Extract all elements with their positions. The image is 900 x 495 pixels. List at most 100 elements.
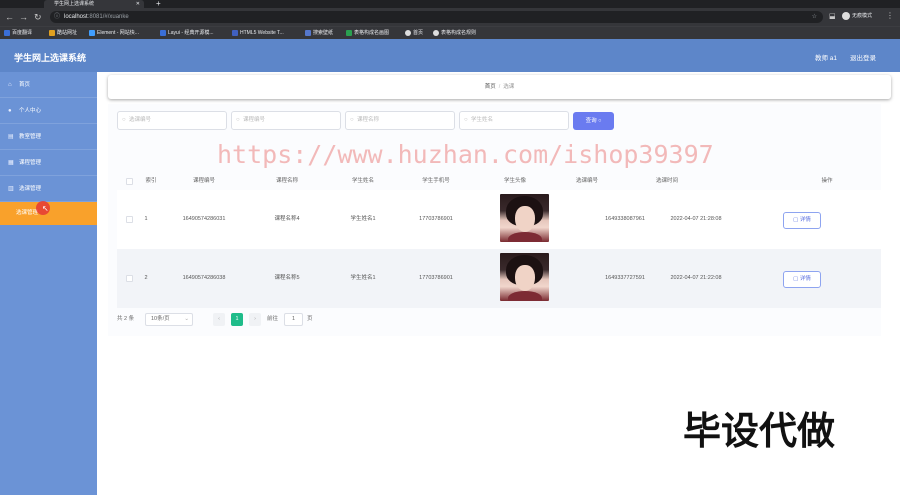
cell-student-name: 学生姓名1 [350, 275, 376, 281]
select-course-icon: ▥ [8, 186, 14, 192]
column-header: 选课编号 [575, 178, 598, 184]
profile-button[interactable]: 无痕模式 [842, 11, 882, 22]
cell-course-name: 课程名称4 [274, 216, 300, 222]
info-icon[interactable]: ⓘ [54, 11, 60, 23]
student-avatar [500, 194, 549, 242]
browser-tabbar: 学生网上选课系统 ✕ + [0, 0, 900, 8]
bookmarks-bar: 百度翻译 酷站网址 Element - 网站快... Layui - 经典开源模… [0, 26, 900, 39]
goto-label: 前往 [267, 316, 279, 322]
select-all-checkbox[interactable] [126, 178, 133, 185]
bookmark-star-icon[interactable]: ☆ [812, 11, 817, 23]
cell-course-name: 课程名称5 [274, 275, 300, 281]
address-path: :8081/#/xuanke [87, 14, 129, 20]
overlay-banner: 毕设代做 [683, 411, 836, 453]
address-bar[interactable]: ⓘ localhost:8081/#/xuanke ☆ [50, 11, 823, 23]
sidebar-item-home[interactable]: ⌂ 首页 [0, 72, 97, 98]
bookmark-item[interactable]: 表格构成名画图 [346, 29, 389, 38]
user-icon: ● [8, 108, 12, 114]
close-tab-icon[interactable]: ✕ [136, 0, 140, 8]
bookmark-item[interactable]: 酷站网址 [49, 29, 77, 38]
select-no-input[interactable]: ○ 选课编号 [117, 111, 227, 130]
home-icon: ⌂ [8, 82, 12, 88]
column-header: 课程名称 [275, 178, 298, 184]
page-unit-label: 页 [307, 316, 313, 322]
detail-button[interactable]: ▢ 详情 [783, 271, 821, 288]
reload-icon[interactable]: ↻ [34, 12, 42, 22]
search-icon: ○ [598, 118, 602, 124]
row-checkbox[interactable] [126, 216, 133, 223]
search-icon: ○ [236, 117, 240, 123]
pagination-total: 共 2 条 [117, 316, 135, 322]
bookmark-item[interactable]: 搜索壁纸 [305, 29, 333, 38]
mouse-cursor-icon: ↖ [42, 204, 49, 213]
cell-index: 1 [144, 216, 148, 222]
sidebar-item-course[interactable]: ▦ 课程管理 [0, 150, 97, 176]
page-size-select[interactable]: 10条/页 ⌄ [145, 313, 193, 326]
cell-select-time: 2022-04-07 21:22:08 [670, 275, 722, 281]
detail-button[interactable]: ▢ 详情 [783, 212, 821, 229]
query-button[interactable]: 查询 ○ [573, 112, 614, 130]
bookmark-favicon-icon [49, 29, 55, 36]
column-header: 学生头像 [503, 178, 526, 184]
course-name-input[interactable]: ○ 课程名称 [345, 111, 455, 130]
page-number-button[interactable]: 1 [231, 313, 243, 326]
bookmark-favicon-icon [89, 29, 95, 36]
breadcrumb-home[interactable]: 首页 [485, 84, 496, 90]
bookmark-favicon-icon [160, 29, 166, 36]
bookmark-favicon-icon [405, 29, 411, 36]
student-name-input[interactable]: ○ 学生姓名 [459, 111, 569, 130]
column-header: 学生手机号 [422, 178, 450, 184]
breadcrumb: 首页 / 选课 [108, 75, 891, 99]
browser-toolbar: ← → ↻ ⓘ localhost:8081/#/xuanke ☆ ⬓ 无痕模式… [0, 8, 900, 26]
forward-icon[interactable]: → [19, 12, 28, 22]
document-icon: ▢ [793, 217, 799, 223]
cell-select-no: 1649338087961 [605, 216, 645, 222]
cell-index: 2 [144, 275, 148, 281]
column-header: 操作 [821, 178, 833, 184]
column-header: 学生姓名 [351, 178, 374, 184]
table-row: 2 16490574286038 课程名称5 学生姓名1 17703786901… [117, 249, 881, 308]
breadcrumb-separator: / [498, 84, 501, 90]
cell-phone: 17703786901 [419, 275, 453, 281]
next-page-button[interactable]: › [249, 313, 261, 326]
document-icon: ▢ [793, 276, 799, 282]
bookmark-favicon-icon [346, 29, 352, 36]
bookmark-item[interactable]: Element - 网站快... [89, 29, 139, 38]
bookmark-favicon-icon [305, 29, 311, 36]
cell-select-no: 1649337727591 [605, 275, 645, 281]
column-header: 课程编号 [192, 178, 215, 184]
back-icon[interactable]: ← [5, 12, 14, 22]
search-icon: ○ [350, 117, 354, 123]
course-no-input[interactable]: ○ 课程编号 [231, 111, 341, 130]
bookmark-item[interactable]: HTML5 Website T... [232, 29, 284, 38]
search-icon: ○ [464, 117, 468, 123]
prev-page-button[interactable]: ‹ [213, 313, 225, 326]
bookmark-item[interactable]: 首页 [405, 29, 423, 38]
table-header: 索引 课程编号 课程名称 学生姓名 学生手机号 学生头像 选课编号 选课时间 操… [117, 173, 881, 190]
tab-title: 学生网上选课系统 [54, 1, 95, 7]
bookmark-item[interactable]: 表格构成名规则 [433, 29, 476, 38]
app-title: 学生网上选课系统 [14, 53, 87, 63]
chevron-down-icon: ⌄ [184, 316, 189, 322]
breadcrumb-current: 选课 [503, 84, 515, 90]
address-host: localhost [64, 14, 88, 20]
sidebar-item-profile[interactable]: ● 个人中心 [0, 98, 97, 124]
course-icon: ▦ [8, 160, 14, 166]
current-user: 教师 a1 [815, 55, 838, 62]
app-header: 学生网上选课系统 教师 a1 退出登录 [0, 39, 900, 72]
sidebar-item-select-course[interactable]: ▥ 选课管理 [0, 176, 97, 202]
browser-tab[interactable]: 学生网上选课系统 ✕ [44, 0, 144, 8]
logout-link[interactable]: 退出登录 [850, 52, 876, 62]
sidebar-item-classroom[interactable]: ▤ 教室管理 [0, 124, 97, 150]
extension-icon[interactable]: ⬓ [829, 12, 836, 20]
bookmark-item[interactable]: 百度翻译 [4, 29, 32, 38]
row-checkbox[interactable] [126, 275, 133, 282]
bookmark-item[interactable]: Layui - 经典开源模... [160, 29, 214, 38]
incognito-icon [842, 11, 850, 20]
cell-student-name: 学生姓名1 [350, 216, 376, 222]
goto-page-input[interactable]: 1 [284, 313, 303, 326]
search-icon: ○ [122, 117, 126, 123]
browser-menu-icon[interactable]: ⋮ [886, 11, 894, 20]
student-avatar [500, 253, 549, 301]
new-tab-icon[interactable]: + [156, 0, 161, 8]
